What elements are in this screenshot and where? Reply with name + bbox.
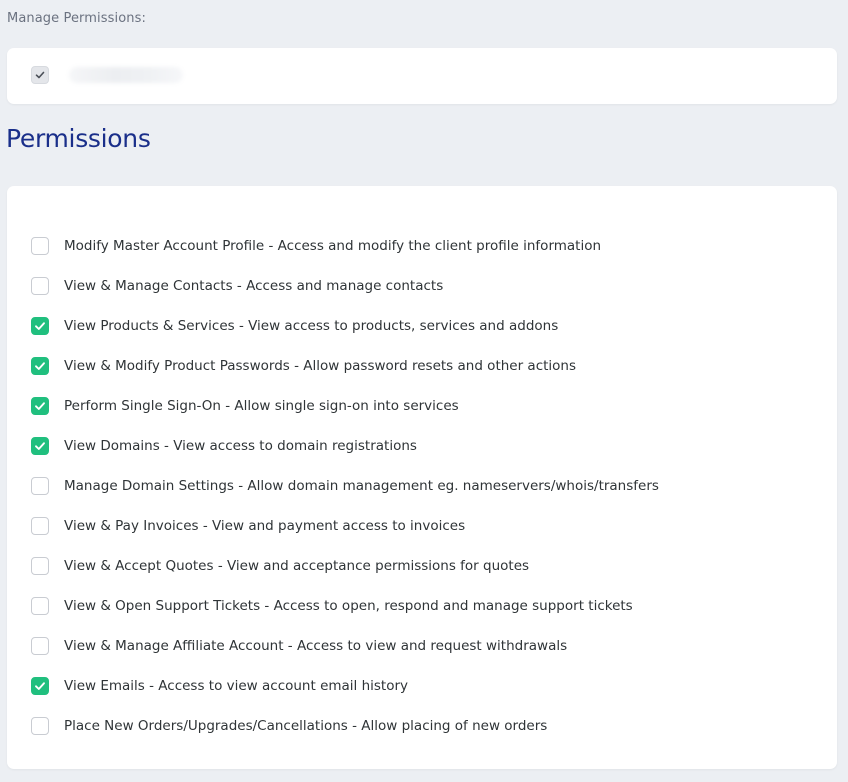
- permission-checkbox[interactable]: [31, 477, 49, 495]
- permission-item[interactable]: View Emails - Access to view account ema…: [31, 666, 817, 706]
- permission-label: View & Manage Affiliate Account - Access…: [64, 638, 568, 654]
- permission-checkbox[interactable]: [31, 677, 49, 695]
- permission-checkbox[interactable]: [31, 437, 49, 455]
- check-icon: [35, 362, 45, 370]
- manage-permissions-label: Manage Permissions:: [7, 11, 146, 26]
- permission-checkbox[interactable]: [31, 717, 49, 735]
- permission-checkbox[interactable]: [31, 637, 49, 655]
- user-name-redacted: [69, 67, 183, 83]
- permission-checkbox[interactable]: [31, 277, 49, 295]
- permission-checkbox[interactable]: [31, 597, 49, 615]
- permission-item[interactable]: Place New Orders/Upgrades/Cancellations …: [31, 706, 817, 746]
- permission-checkbox[interactable]: [31, 517, 49, 535]
- permission-label: View & Accept Quotes - View and acceptan…: [64, 558, 530, 574]
- select-all-checkbox[interactable]: [31, 66, 49, 84]
- page: Manage Permissions: Permissions Modify M…: [0, 0, 848, 782]
- permission-item[interactable]: View & Pay Invoices - View and payment a…: [31, 506, 817, 546]
- permissions-card: Modify Master Account Profile - Access a…: [7, 186, 837, 769]
- permission-checkbox[interactable]: [31, 357, 49, 375]
- permission-label: Manage Domain Settings - Allow domain ma…: [64, 478, 659, 494]
- permissions-heading: Permissions: [6, 124, 151, 153]
- permission-item[interactable]: View & Accept Quotes - View and acceptan…: [31, 546, 817, 586]
- permission-label: View Emails - Access to view account ema…: [64, 678, 409, 694]
- permission-label: View & Open Support Tickets - Access to …: [64, 598, 633, 614]
- permission-label: View Products & Services - View access t…: [64, 318, 559, 334]
- permission-label: View & Pay Invoices - View and payment a…: [64, 518, 466, 534]
- permission-item[interactable]: Manage Domain Settings - Allow domain ma…: [31, 466, 817, 506]
- permission-item[interactable]: Perform Single Sign-On - Allow single si…: [31, 386, 817, 426]
- permission-checkbox[interactable]: [31, 317, 49, 335]
- permission-item[interactable]: View & Modify Product Passwords - Allow …: [31, 346, 817, 386]
- permission-checkbox[interactable]: [31, 397, 49, 415]
- check-icon: [35, 442, 45, 450]
- check-icon: [35, 322, 45, 330]
- permission-label: View & Modify Product Passwords - Allow …: [64, 358, 577, 374]
- permission-item[interactable]: View & Manage Affiliate Account - Access…: [31, 626, 817, 666]
- permission-label: Modify Master Account Profile - Access a…: [64, 238, 602, 254]
- permission-item[interactable]: View Domains - View access to domain reg…: [31, 426, 817, 466]
- check-icon: [35, 682, 45, 690]
- permission-label: Perform Single Sign-On - Allow single si…: [64, 398, 459, 414]
- permission-label: Place New Orders/Upgrades/Cancellations …: [64, 718, 548, 734]
- permission-label: View & Manage Contacts - Access and mana…: [64, 278, 444, 294]
- check-icon: [35, 71, 45, 79]
- permission-item[interactable]: View Products & Services - View access t…: [31, 306, 817, 346]
- permission-item[interactable]: View & Manage Contacts - Access and mana…: [31, 266, 817, 306]
- permission-label: View Domains - View access to domain reg…: [64, 438, 417, 454]
- permission-item[interactable]: View & Open Support Tickets - Access to …: [31, 586, 817, 626]
- check-icon: [35, 402, 45, 410]
- permission-item[interactable]: Modify Master Account Profile - Access a…: [31, 226, 817, 266]
- manage-permissions-card: [7, 48, 837, 104]
- permission-checkbox[interactable]: [31, 557, 49, 575]
- permission-list: Modify Master Account Profile - Access a…: [31, 226, 817, 746]
- permission-checkbox[interactable]: [31, 237, 49, 255]
